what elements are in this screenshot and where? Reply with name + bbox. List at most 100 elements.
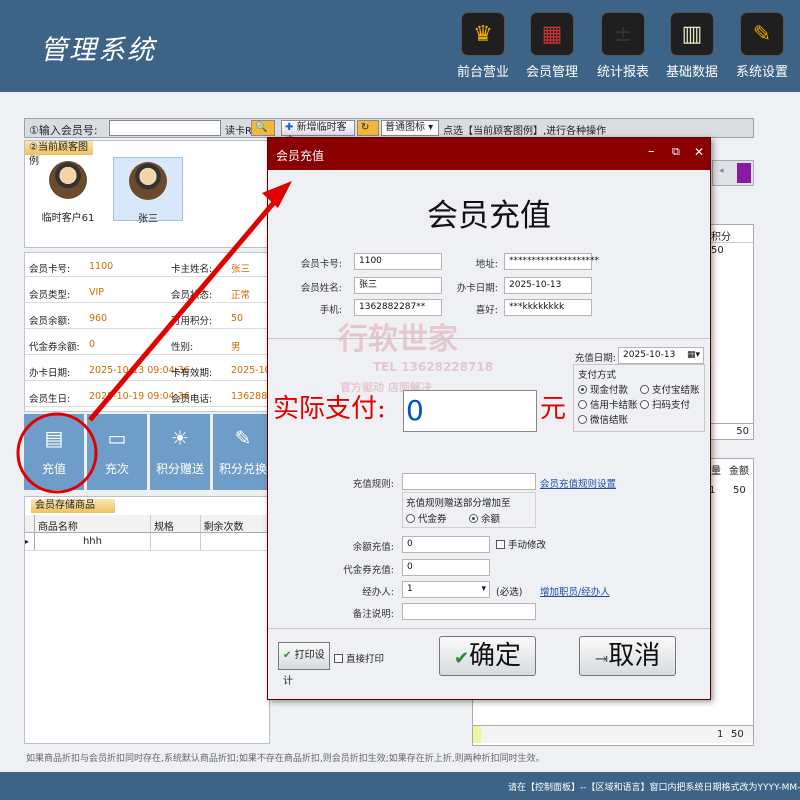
info-value: 1100 (89, 261, 114, 272)
voucher-recharge-field[interactable]: 0 (402, 559, 490, 576)
customer-tile-selected[interactable]: 张三 (113, 157, 183, 225)
note-field[interactable] (402, 603, 536, 620)
next-arrow-icon[interactable] (737, 163, 751, 183)
actual-pay-input[interactable]: 0 (403, 390, 537, 432)
cancel-button[interactable]: ⇥取消 (579, 636, 676, 676)
toolbar: ①输入会员号: 读卡R 🔍 ✚ 新增临时客户 ↻ 普通图标 ▾ 点选【当前顾客图… (24, 118, 754, 147)
goods-section-title: 会员存储商品 (31, 499, 115, 513)
address-label: 地址: (475, 259, 498, 270)
action-button[interactable]: ✎ 积分兑换 (213, 414, 275, 490)
minimize-icon[interactable]: – (648, 144, 655, 159)
phone-label: 手机: (319, 305, 342, 316)
right-grid-cell: 50 (711, 245, 724, 256)
hobby-label: 喜好: (475, 305, 498, 316)
table-row[interactable]: ▸ hhh (25, 533, 269, 551)
handler-select[interactable]: 1 ▾ (402, 581, 490, 598)
info-row: 会员生日: 2025-10-19 09:04:36 会员电话: 1362882 (25, 385, 275, 407)
currency-label: 元 (540, 394, 567, 424)
calculator-icon: ± (601, 12, 645, 56)
radio-balance[interactable]: 余额 (469, 511, 500, 525)
nav-button[interactable]: ▥ 基础数据 (662, 12, 722, 86)
recharge-date-picker[interactable]: 2025-10-13 ▦▾ (618, 347, 704, 364)
voucher-recharge-label: 代金券充值: (343, 565, 394, 576)
status-text: 请在【控制面板】--【区域和语言】窗口内把系统日期格式改为YYYY-MM-DD (508, 783, 800, 793)
radio-credit-card[interactable]: 信用卡结账 (578, 397, 638, 411)
restore-icon[interactable]: ⧉ (672, 145, 680, 159)
goods-cell (150, 533, 200, 550)
member-info-panel: 会员卡号: 1100 卡主姓名: 张三 会员类型: VIP 会员状态: 正常 会员余额: 960 可… (24, 252, 275, 412)
customer-tile[interactable]: 临时客户61 (33, 161, 103, 224)
actual-pay-label: 实际支付: (273, 394, 386, 424)
info-label: 可用积分: (171, 316, 213, 327)
app-title: 管理系统 (40, 35, 156, 66)
card-date-field[interactable]: 2025-10-13 (504, 277, 592, 294)
radio-cash[interactable]: 现金付款 (578, 382, 628, 396)
info-value: 50 (231, 313, 244, 324)
rule-label: 充值规则: (352, 479, 394, 490)
direct-print-checkbox[interactable]: 直接打印 (334, 651, 384, 665)
info-row: 代金券余额: 0 性别: 男 (25, 333, 275, 355)
note-label: 备注说明: (352, 609, 394, 620)
bonus-group: 充值规则赠送部分增加至 代金券 余额 (402, 492, 536, 528)
radio-voucher[interactable]: 代金券 (406, 511, 447, 525)
print-design-button[interactable]: ✔ 打印设计 (278, 642, 330, 687)
search-icon[interactable]: 🔍 (251, 120, 275, 136)
info-label: 会员生日: (29, 394, 71, 405)
calendar-icon[interactable]: ▦▾ (687, 348, 700, 363)
manual-edit-checkbox[interactable]: 手动修改 (496, 537, 546, 551)
info-value: 0 (89, 339, 96, 350)
balance-recharge-field[interactable]: 0 (402, 536, 490, 553)
action-button[interactable]: ▭ 充次 (87, 414, 149, 490)
recharge-dialog: 会员充值 – ⧉ ✕ 会员充值 行软世家 TEL 13628228718 官方驱… (267, 137, 711, 700)
confirm-button[interactable]: ✔确定 (439, 636, 536, 676)
rule-settings-link[interactable]: 会员充值规则设置 (540, 476, 616, 490)
card-date-label: 办卡日期: (456, 283, 498, 294)
info-label: 会员类型: (29, 290, 71, 301)
info-label: 卡主姓名: (171, 264, 213, 275)
goods-header: 商品名称 规格 剩余次数 (25, 515, 269, 533)
right-grid-footer: 1 50 (473, 725, 753, 743)
close-icon[interactable]: ✕ (694, 145, 704, 159)
info-label: 性别: (171, 342, 194, 353)
radio-scan-pay[interactable]: 扫码支付 (640, 397, 690, 411)
action-button[interactable]: ▤ 充值 (24, 414, 86, 490)
info-label: 卡有效期: (171, 368, 213, 379)
address-field[interactable]: ******************** (504, 253, 599, 270)
cashier-icon: ♛ (461, 12, 505, 56)
new-temp-customer-button[interactable]: ✚ 新增临时客户 (281, 120, 355, 147)
goods-cell: hhh (82, 536, 102, 547)
check-icon: ✔ (453, 648, 470, 669)
nav-button[interactable]: ▦ 会员管理 (522, 12, 582, 86)
recharge-date-label: 充值日期: (574, 353, 616, 364)
divider (268, 628, 710, 629)
right-grid-total: 50 (707, 423, 753, 439)
add-handler-link[interactable]: 增加职员/经办人 (540, 584, 610, 598)
view-mode-select[interactable]: 普通图标 ▾ (381, 120, 439, 136)
prev-arrow-icon[interactable]: ◂ (719, 166, 733, 180)
info-value: 张三 (231, 264, 251, 275)
rule-field[interactable] (402, 473, 536, 490)
customer-avatar-icon (49, 161, 87, 199)
radio-alipay[interactable]: 支付宝结账 (640, 382, 700, 396)
goods-cell (199, 533, 269, 550)
name-field[interactable]: 张三 (354, 277, 442, 294)
goods-header-cell: 剩余次数 (199, 515, 269, 533)
member-number-input[interactable] (109, 120, 221, 136)
right-grid-top: 积分 50 50 (706, 224, 754, 440)
refresh-icon[interactable]: ↻ (357, 120, 379, 136)
info-row: 会员余额: 960 可用积分: 50 (25, 307, 275, 329)
status-bar: 请在【控制面板】--【区域和语言】窗口内把系统日期格式改为YYYY-MM-DD (0, 772, 800, 800)
recharge-icon: ▤ (44, 426, 64, 450)
right-grid-header: 量 (711, 466, 721, 477)
nav-button[interactable]: ✎ 系统设置 (732, 12, 792, 86)
hobby-field[interactable]: ***kkkkkkkk (504, 299, 592, 316)
nav-button[interactable]: ± 统计报表 (593, 12, 653, 86)
member-actions: ▤ 充值 ▭ 充次 ☀ 积分赠送 ✎ 积分兑换 (24, 412, 275, 492)
stored-goods-panel: 会员存储商品 商品名称 规格 剩余次数 ▸ hhh (24, 496, 270, 744)
radio-wechat[interactable]: 微信结账 (578, 412, 628, 426)
nav-button[interactable]: ♛ 前台营业 (453, 12, 513, 86)
card-field[interactable]: 1100 (354, 253, 442, 270)
phone-field[interactable]: 1362882287** (354, 299, 442, 316)
action-button[interactable]: ☀ 积分赠送 (150, 414, 212, 490)
bonus-title: 充值规则赠送部分增加至 (406, 498, 511, 509)
